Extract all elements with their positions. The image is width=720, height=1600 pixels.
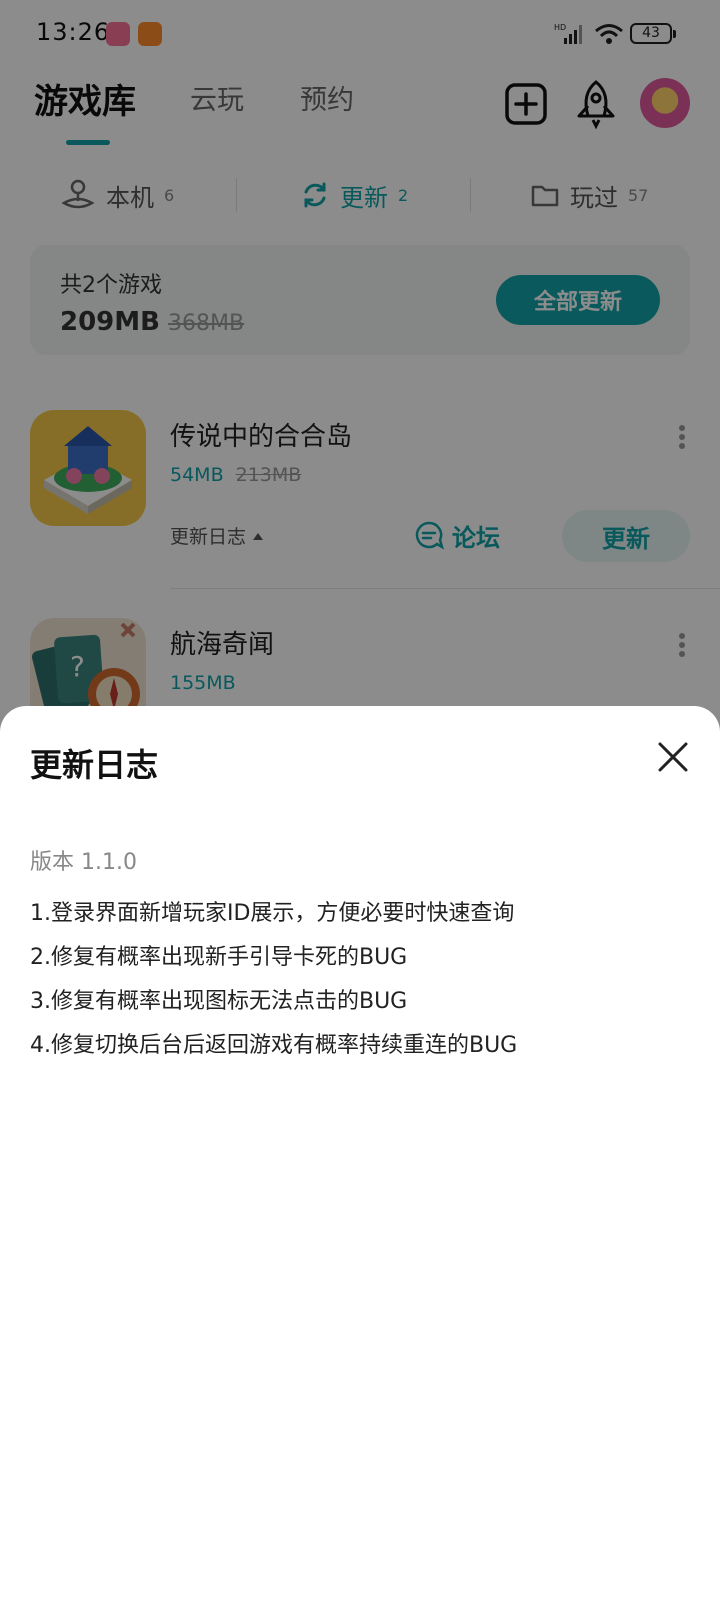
release-note-item: 1.登录界面新增玩家ID展示，方便必要时快速查询 [30, 901, 515, 926]
update-log-sheet: 更新日志 版本 1.1.0 1.登录界面新增玩家ID展示，方便必要时快速查询 2… [0, 706, 720, 1600]
sheet-title: 更新日志 [30, 746, 159, 784]
release-notes-list: 1.登录界面新增玩家ID展示，方便必要时快速查询 2.修复有概率出现新手引导卡死… [30, 892, 690, 1068]
version-label: 版本 1.1.0 [30, 850, 137, 875]
release-note-item: 3.修复有概率出现图标无法点击的BUG [30, 989, 408, 1014]
release-note-item: 4.修复切换后台后返回游戏有概率持续重连的BUG [30, 1033, 518, 1058]
release-note-item: 2.修复有概率出现新手引导卡死的BUG [30, 945, 408, 970]
close-icon[interactable] [656, 740, 690, 774]
